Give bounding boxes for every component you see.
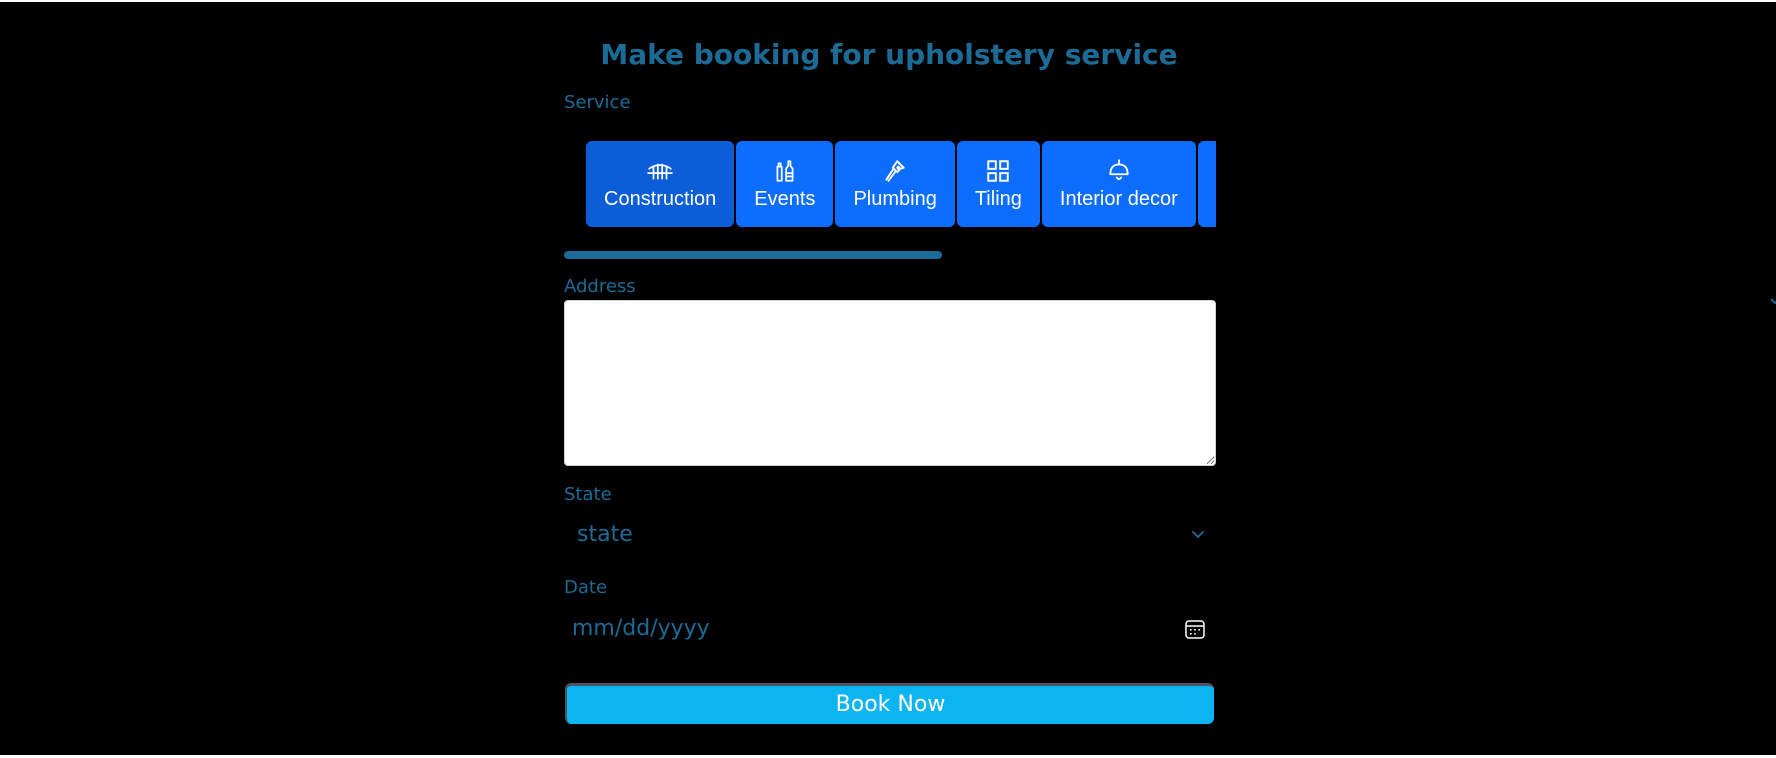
page-title: Make booking for upholstery service: [600, 38, 1178, 71]
service-chip-label: Tiling: [974, 187, 1022, 210]
pipe-wrench-icon: [885, 159, 905, 182]
chevron-down-icon: [1770, 298, 1776, 305]
service-chip-list: Construction Events Plumbing Tiling Inte…: [586, 141, 1216, 227]
service-chip-interior-decor[interactable]: Interior decor: [1041, 141, 1196, 227]
service-chip-tiling[interactable]: Tiling: [956, 141, 1040, 227]
calendar-icon[interactable]: [1184, 618, 1206, 640]
service-chip-events[interactable]: Events: [736, 141, 834, 227]
service-scrollbar[interactable]: [564, 251, 1216, 259]
date-label: Date: [564, 577, 608, 598]
book-now-button[interactable]: Book Now: [565, 683, 1214, 724]
service-label: Service: [564, 92, 631, 113]
chevron-down-icon: [1192, 531, 1204, 538]
address-label: Address: [564, 276, 636, 297]
service-chip-label: Construction: [604, 187, 717, 210]
state-label: State: [564, 484, 612, 505]
bridge-icon: [647, 163, 673, 179]
service-scrollbar-thumb[interactable]: [564, 251, 942, 259]
service-chip-plumbing[interactable]: Plumbing: [835, 141, 955, 227]
service-chip-label: Plumbing: [853, 187, 937, 210]
service-chip-partial[interactable]: C: [1197, 141, 1216, 227]
address-input[interactable]: [564, 300, 1216, 466]
service-chip-label: Events: [754, 187, 816, 210]
date-input[interactable]: mm/dd/yyyy: [564, 606, 1216, 654]
booking-page: Make booking for upholstery service Serv…: [0, 2, 1776, 755]
service-chip-construction[interactable]: Construction: [586, 141, 735, 227]
state-selected-value: state: [577, 522, 633, 547]
service-scroller[interactable]: Construction Events Plumbing Tiling Inte…: [564, 130, 1216, 262]
service-chip-label: Interior decor: [1059, 187, 1178, 210]
ceiling-lamp-icon: [1109, 158, 1129, 180]
date-placeholder: mm/dd/yyyy: [572, 616, 710, 641]
state-select[interactable]: state: [564, 512, 1216, 560]
bottles-icon: [776, 159, 794, 182]
grid-icon: [987, 159, 1010, 182]
